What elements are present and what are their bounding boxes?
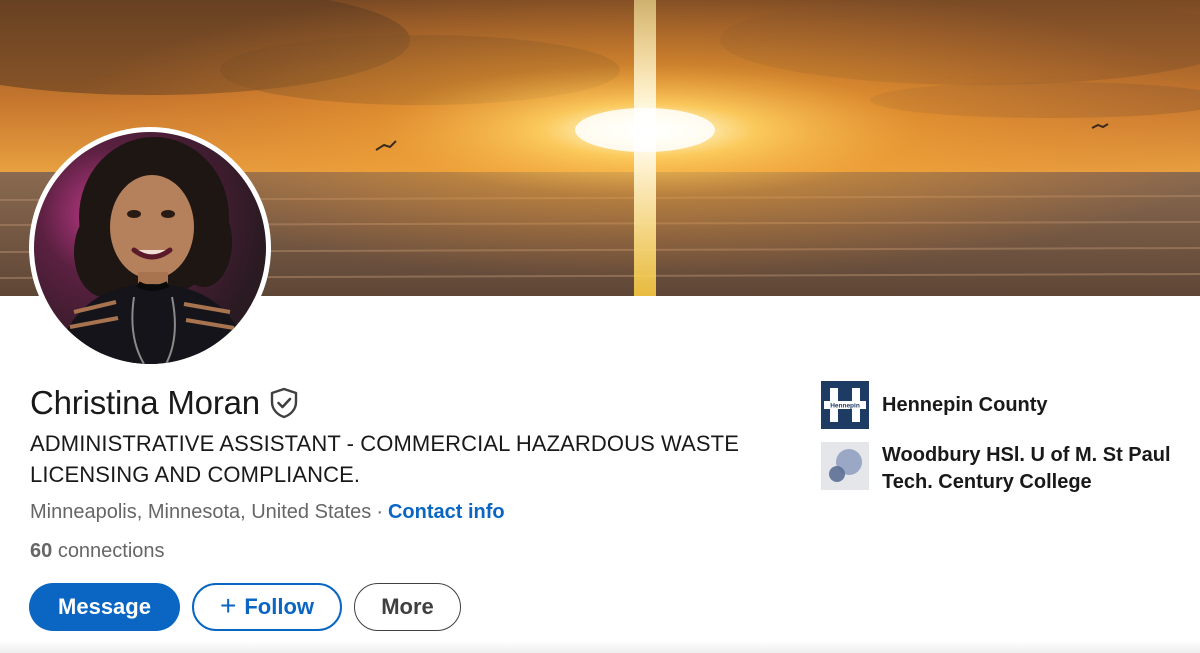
plus-icon: + (219, 590, 237, 621)
follow-label: Follow (244, 594, 314, 619)
verified-shield-icon[interactable] (269, 387, 299, 419)
card-bottom-edge (0, 641, 1200, 653)
contact-info-link[interactable]: Contact info (388, 501, 505, 523)
connections-link[interactable]: 60 connections (30, 540, 165, 563)
company-name: Hennepin County (882, 394, 1048, 416)
follow-button[interactable]: + Follow (192, 583, 342, 631)
hennepin-county-logo: Hennepin (821, 381, 869, 429)
separator-dot: · (376, 501, 383, 523)
connections-count: 60 (30, 540, 53, 562)
profile-name: Christina Moran (30, 384, 260, 421)
education[interactable]: Woodbury HSl. U of M. St Paul Tech. Cent… (821, 442, 1182, 496)
current-company[interactable]: Hennepin Hennepin County (821, 381, 1182, 429)
more-button[interactable]: More (354, 583, 461, 631)
profile-photo-image (34, 132, 266, 364)
message-button[interactable]: Message (29, 583, 180, 631)
profile-card: Christina Moran ADMINISTRATIVE ASSISTANT… (0, 0, 1200, 653)
school-logo (821, 442, 869, 490)
profile-headline: ADMINISTRATIVE ASSISTANT - COMMERCIAL HA… (30, 431, 739, 487)
name-row: Christina Moran (30, 384, 299, 422)
connections-label: connections (57, 540, 165, 562)
profile-photo[interactable] (29, 127, 271, 369)
school-name: Woodbury HSl. U of M. St Paul Tech. Cent… (882, 444, 1171, 493)
hennepin-logo-text: Hennepin (830, 403, 860, 410)
location-row: Minneapolis, Minnesota, United States · Co… (30, 501, 505, 524)
profile-location: Minneapolis, Minnesota, United States (30, 501, 372, 523)
